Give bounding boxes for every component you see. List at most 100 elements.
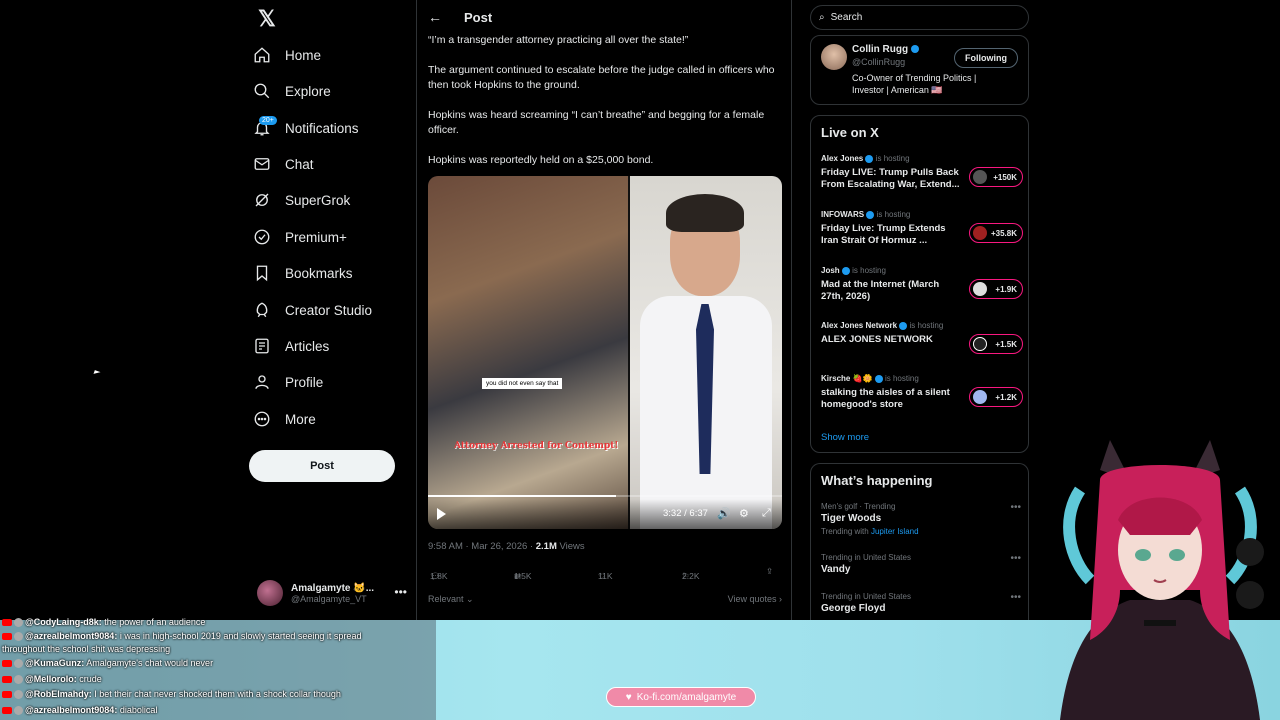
chat-message: @azrealbelmont9084: i was in high-school…: [2, 631, 361, 642]
sidebar-item-label: More: [285, 411, 316, 427]
live-item[interactable]: INFOWARS is hosting Friday Live: Trump E…: [821, 210, 1023, 247]
verified-badge-icon: [899, 321, 908, 330]
post-header: ← Post: [417, 0, 793, 34]
youtube-icon: [2, 619, 12, 627]
youtube-icon: [2, 691, 12, 699]
rocket-icon: [256, 302, 268, 318]
chat-message: @RobElmahdy: I bet their chat never shoc…: [2, 689, 341, 700]
sidebar-item-label: Notifications: [285, 120, 359, 136]
following-button[interactable]: Following: [954, 48, 1018, 68]
verified-badge-icon: [841, 266, 850, 275]
back-arrow-icon[interactable]: ←: [428, 9, 442, 25]
search-icon: ⌕: [819, 12, 825, 23]
sidebar-item-profile[interactable]: Profile: [253, 366, 323, 398]
live-listener-pill: +1.2K: [969, 387, 1023, 407]
more-dots-icon[interactable]: •••: [394, 585, 407, 599]
mouse-cursor-icon: [93, 370, 101, 376]
sidebar-item-label: Chat: [285, 156, 314, 172]
avatar: [257, 580, 283, 606]
sidebar-item-supergrok[interactable]: SuperGrok: [253, 184, 350, 216]
x-logo-icon[interactable]: 𝕏: [258, 6, 284, 32]
trend-item[interactable]: Trending in United States Vandy •••: [821, 553, 1021, 575]
show-more-link[interactable]: Show more: [821, 432, 869, 443]
relevant-dropdown[interactable]: Relevant ⌄: [428, 594, 474, 604]
avatar[interactable]: [821, 44, 847, 70]
sidebar-item-label: Creator Studio: [285, 302, 373, 318]
notification-badge: 20+: [259, 116, 277, 125]
whats-happening-card: What’s happening Men's golf · Trending T…: [810, 463, 1029, 620]
video-frame-left: [428, 176, 628, 529]
sidebar-item-notifications[interactable]: 20+ Notifications: [253, 112, 359, 144]
live-item[interactable]: Alex Jones is hosting Friday LIVE: Trump…: [821, 154, 1023, 191]
person-icon: [255, 375, 269, 389]
sidebar-item-label: Explore: [285, 83, 331, 99]
sidebar-item-bookmarks[interactable]: Bookmarks: [253, 257, 353, 289]
sidebar-item-home[interactable]: Home: [253, 39, 321, 71]
youtube-icon: [2, 660, 12, 668]
view-count: 2.1M: [535, 541, 557, 552]
sidebar-item-label: Bookmarks: [285, 265, 353, 281]
volume-icon[interactable]: 🔊: [717, 507, 731, 520]
play-icon[interactable]: [437, 508, 446, 520]
verified-badge-icon: [874, 374, 883, 383]
sidebar-item-premium[interactable]: Premium+: [253, 221, 347, 253]
youtube-icon: [2, 676, 12, 684]
sidebar-item-label: Articles: [285, 338, 330, 354]
live-item[interactable]: Alex Jones Network is hosting ALEX JONES…: [821, 321, 1023, 354]
settings-gear-icon[interactable]: ⚙: [739, 507, 749, 520]
sidebar-item-articles[interactable]: Articles: [253, 330, 329, 362]
repost-button[interactable]: ⇄ 1.5K: [514, 570, 532, 582]
heart-icon: ♡: [598, 570, 606, 581]
sidebar-item-explore[interactable]: Explore: [253, 75, 331, 107]
live-on-x-card: Live on X Alex Jones is hosting Friday L…: [810, 115, 1029, 453]
section-title: What’s happening: [821, 473, 933, 488]
video-time: 3:32 / 6:37: [663, 508, 708, 519]
post-actions: 💬︎ 1.8K ⇄ 1.5K ♡ 11K ⚐ 2.2K ⇪: [428, 566, 782, 587]
more-dots-icon[interactable]: •••: [1010, 502, 1021, 513]
account-handle: @Amalgamyte_VT: [291, 593, 367, 604]
sidebar-item-chat[interactable]: Chat: [253, 148, 314, 180]
video-progress-bar[interactable]: [428, 495, 782, 497]
live-item[interactable]: Kirsche 🍓🌼 is hosting stalking the aisle…: [821, 374, 1023, 411]
live-listener-pill: +150K: [969, 167, 1023, 187]
profile-name[interactable]: Collin Rugg: [852, 44, 919, 55]
kofi-heart-icon: ♥: [625, 691, 632, 703]
live-item[interactable]: Josh is hosting Mad at the Internet (Mar…: [821, 266, 1023, 303]
account-name: Amalgamyte 🐱...: [291, 582, 375, 594]
post-button[interactable]: Post: [249, 450, 395, 482]
trend-item[interactable]: Men's golf · Trending Tiger Woods Trendi…: [821, 502, 1021, 536]
sidebar-item-label: Home: [285, 47, 322, 63]
verified-badge-icon: [866, 210, 875, 219]
sidebar-item-creator-studio[interactable]: Creator Studio: [253, 294, 372, 326]
live-listener-pill: +35.8K: [969, 223, 1023, 243]
kofi-banner: ♥ Ko-fi.com/amalgamyte: [606, 687, 756, 707]
bookmark-icon: ⚐: [682, 570, 690, 581]
live-listener-pill: +1.5K: [969, 334, 1023, 354]
reply-icon: 💬︎: [430, 570, 441, 581]
youtube-icon: [2, 633, 12, 641]
like-button[interactable]: ♡ 11K: [598, 570, 613, 582]
sidebar-item-more[interactable]: More: [253, 403, 316, 435]
grok-icon: [255, 193, 269, 207]
account-switcher[interactable]: Amalgamyte 🐱... @Amalgamyte_VT •••: [257, 577, 407, 609]
reply-button[interactable]: 💬︎ 1.8K: [430, 570, 448, 582]
fullscreen-icon[interactable]: ⤢: [762, 507, 771, 520]
more-dots-icon[interactable]: •••: [1010, 592, 1021, 603]
chat-message: @Mellorolo: crude: [2, 674, 102, 685]
view-quotes-link[interactable]: View quotes ›: [728, 594, 782, 604]
profile-bio: Co-Owner of Trending Politics | Investor…: [852, 73, 977, 95]
video-caption-title: Attorney Arrested for Contempt!: [454, 441, 619, 451]
video-player[interactable]: you did not even say that Attorney Arres…: [428, 176, 782, 529]
search-input[interactable]: ⌕ Search: [810, 5, 1029, 30]
youtube-icon: [2, 707, 12, 715]
more-dots-icon[interactable]: •••: [1010, 553, 1021, 564]
verified-badge-icon: [865, 154, 874, 163]
post-text: The argument continued to escalate befor…: [428, 64, 775, 91]
bookmark-button[interactable]: ⚐ 2.2K: [682, 570, 700, 582]
trend-item[interactable]: Trending in United States George Floyd •…: [821, 592, 1021, 614]
post-text: “I’m a transgender attorney practicing a…: [428, 34, 689, 46]
stream-chat: @CodyLaing-d8k: the power of an audience…: [0, 617, 436, 720]
share-icon: ⇪: [766, 565, 774, 576]
repost-icon: ⇄: [514, 570, 522, 581]
profile-card: Collin Rugg @CollinRugg Co-Owner of Tren…: [810, 35, 1029, 105]
